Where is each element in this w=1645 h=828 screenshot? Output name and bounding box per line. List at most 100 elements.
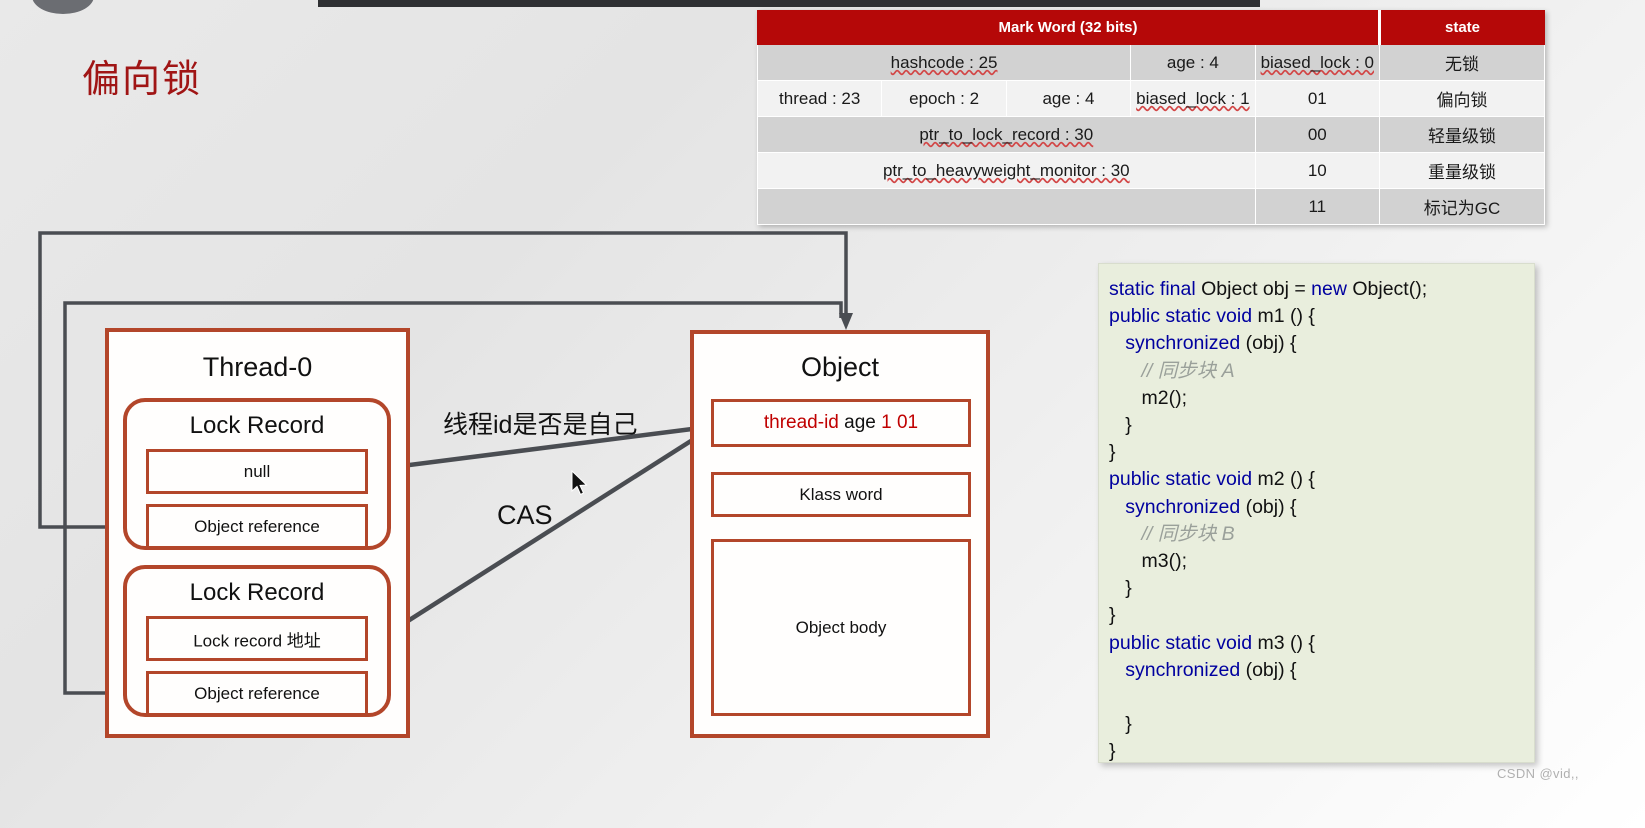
lock-record-2-slot-address: Lock record 地址 — [146, 616, 368, 661]
code-token: static final — [1109, 278, 1202, 300]
ptr-lock-record-text: ptr_to_lock_record : 30 — [919, 124, 1094, 144]
code-token: m2 () { — [1257, 468, 1315, 491]
code-token: (obj) { — [1245, 495, 1297, 518]
code-line: } — [1109, 575, 1534, 602]
cell-biased-lock: biased_lock : 1 — [1130, 80, 1256, 117]
code-token: } — [1109, 414, 1132, 437]
biased-lock-text: biased_lock : 1 — [1136, 88, 1250, 108]
cell-biased-lock: biased_lock : 0 — [1254, 44, 1381, 81]
cell-bits: 10 — [1254, 152, 1381, 189]
table-row: ptr_to_lock_record : 30 00 轻量级锁 — [757, 116, 1545, 153]
cell-age: age : 4 — [1005, 80, 1132, 117]
thread-title: Thread-0 — [202, 352, 313, 382]
cell-state: 轻量级锁 — [1379, 116, 1545, 153]
code-token: synchronized — [1125, 332, 1246, 355]
mouse-cursor — [571, 470, 588, 496]
object-klass-word-slot: Klass word — [711, 472, 971, 517]
cell-bits: 00 — [1254, 116, 1381, 153]
table-row: ptr_to_heavyweight_monitor : 30 10 重量级锁 — [757, 152, 1545, 189]
lock-record-1-slot-objref: Object reference — [146, 504, 368, 549]
cell-hashcode: hashcode : 25 — [756, 44, 1132, 81]
code-line: m3(); — [1109, 548, 1534, 575]
cell-state: 标记为GC — [1379, 188, 1545, 225]
mark-word-table: Mark Word (32 bits) state hashcode : 25 … — [756, 10, 1545, 225]
code-line: } — [1109, 412, 1534, 439]
lock-record-1-title: Lock Record — [189, 412, 325, 439]
lock-record-1-slot-null: null — [146, 449, 368, 494]
object-mark-word-slot: thread-id age 1 01 — [711, 399, 971, 447]
cell-state: 重量级锁 — [1379, 152, 1545, 189]
label-thread-id-check: 线程id是否是自己 — [443, 411, 638, 439]
code-token: } — [1109, 604, 1116, 627]
ptr-heavyweight-text: ptr_to_heavyweight_monitor : 30 — [882, 160, 1130, 180]
table-row: 11 标记为GC — [757, 188, 1545, 225]
code-line: public static void m2 () { — [1109, 466, 1534, 493]
code-line: } — [1109, 711, 1534, 738]
cell-ptr-lock-record: ptr_to_lock_record : 30 — [757, 116, 1256, 153]
code-line: synchronized (obj) { — [1109, 494, 1534, 521]
decorative-circle — [32, 0, 94, 14]
object-mark-word-text: thread-id age 1 01 — [714, 412, 968, 434]
lock-record-2-slot-objref: Object reference — [146, 671, 368, 716]
code-token: (obj) { — [1245, 332, 1297, 355]
cell-empty — [757, 188, 1256, 225]
cell-epoch: epoch : 2 — [881, 80, 1007, 117]
code-token: public static void — [1109, 305, 1258, 328]
code-token: synchronized — [1125, 658, 1246, 681]
hashcode-text: hashcode : 25 — [890, 52, 998, 72]
code-token: new — [1311, 278, 1353, 300]
code-line: // 同步块 B — [1109, 521, 1534, 548]
lock-record-2-slot-objref-text: Object reference — [194, 683, 320, 703]
cell-age: age : 4 — [1130, 44, 1256, 81]
lock-record-1-slot-null-text: null — [243, 461, 271, 481]
lock-record-2-title: Lock Record — [189, 579, 325, 606]
lock-record-2-slot-address-text: Lock record 地址 — [193, 631, 321, 650]
cell-bits: 11 — [1254, 188, 1381, 225]
object-bits: 1 01 — [881, 412, 919, 433]
code-line: static final Object obj = new Object(); — [1109, 276, 1534, 303]
header-mark-word: Mark Word (32 bits) — [757, 10, 1380, 45]
table-header-row: Mark Word (32 bits) state — [757, 10, 1545, 45]
code-line: } — [1109, 602, 1534, 629]
code-token: m3 () { — [1257, 631, 1315, 654]
code-token: } — [1109, 441, 1116, 464]
code-line: synchronized (obj) { — [1109, 330, 1534, 357]
code-token: public static void — [1109, 631, 1258, 654]
code-token: Object(); — [1352, 278, 1428, 300]
code-token: // 同步块 A — [1141, 359, 1235, 382]
code-token: } — [1109, 713, 1132, 736]
code-line: synchronized (obj) { — [1109, 657, 1534, 684]
code-line: m2(); — [1109, 385, 1534, 412]
object-title: Object — [800, 352, 880, 382]
code-token: m1 () { — [1257, 305, 1315, 328]
header-state: state — [1378, 10, 1545, 45]
cell-thread: thread : 23 — [756, 80, 883, 117]
code-line: // 同步块 A — [1109, 358, 1534, 385]
lock-record-1-slot-objref-text: Object reference — [194, 516, 320, 536]
cell-state: 偏向锁 — [1379, 80, 1545, 117]
code-token: synchronized — [1125, 495, 1246, 518]
watermark: CSDN @vid,, — [1497, 766, 1579, 781]
object-klass-word-text: Klass word — [799, 484, 883, 504]
arrow-cas — [376, 430, 707, 642]
code-token: m3(); — [1109, 550, 1188, 573]
arrowhead-objref-1 — [839, 313, 853, 330]
object-body-text: Object body — [795, 617, 887, 637]
object-body-slot: Object body — [711, 539, 971, 716]
table-row: thread : 23 epoch : 2 age : 4 biased_loc… — [756, 80, 1545, 117]
code-token: m2(); — [1109, 386, 1188, 409]
page-title: 偏向锁 — [82, 59, 203, 101]
cell-state: 无锁 — [1379, 44, 1545, 81]
code-token: (obj) { — [1245, 658, 1297, 681]
object-age: age — [844, 412, 876, 433]
cell-bits: 01 — [1254, 80, 1381, 117]
code-line: public static void m1 () { — [1109, 303, 1534, 330]
code-token: } — [1109, 577, 1132, 600]
code-token: // 同步块 B — [1141, 522, 1235, 545]
